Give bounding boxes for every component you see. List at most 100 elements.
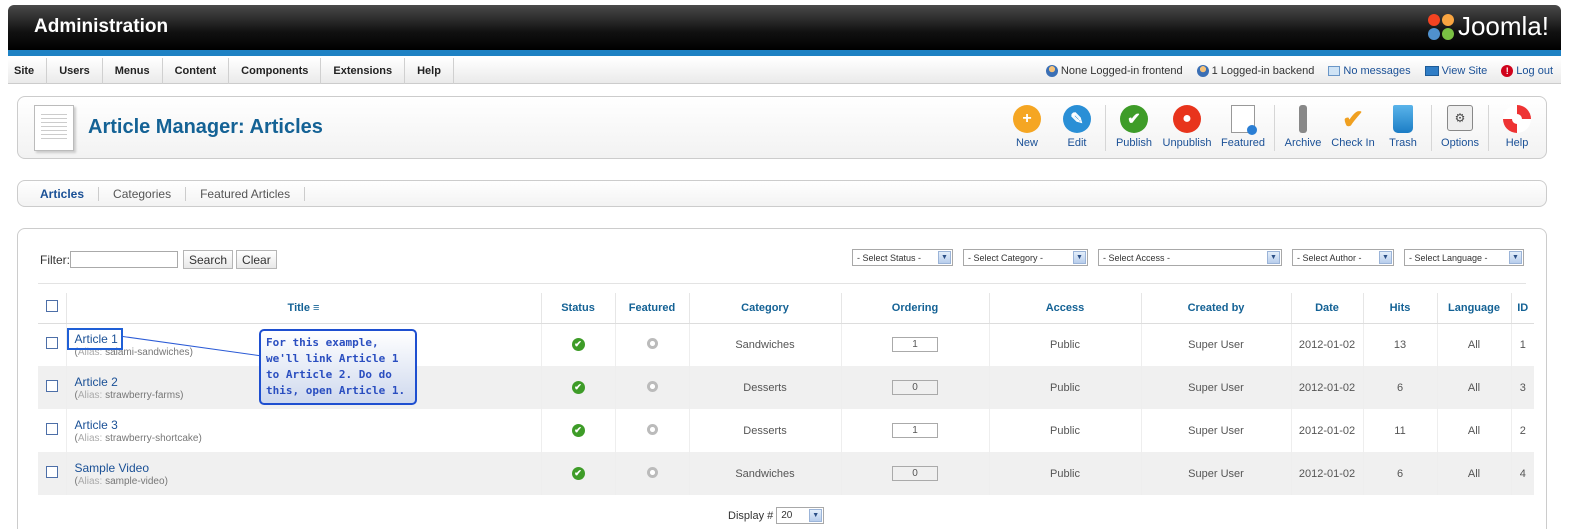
edit-button[interactable]: ✎ Edit xyxy=(1054,105,1100,149)
view-site-link[interactable]: View Site xyxy=(1442,65,1488,77)
published-icon[interactable]: ✔ xyxy=(571,338,585,352)
unpublish-button[interactable]: ● Unpublish xyxy=(1161,105,1213,149)
sort-icon: ≡ xyxy=(313,301,320,314)
hits-cell: 6 xyxy=(1362,452,1437,495)
status-select[interactable]: - Select Status - ▼ xyxy=(852,249,953,266)
status-header[interactable]: Status xyxy=(540,293,615,324)
id-cell: 1 xyxy=(1510,323,1534,366)
toolbar-separator xyxy=(1431,105,1432,151)
chevron-down-icon: ▼ xyxy=(1073,251,1086,264)
trash-button[interactable]: Trash xyxy=(1380,105,1426,149)
logo-text: Joomla! xyxy=(1457,11,1549,41)
display-count-select[interactable]: 20 ▼ xyxy=(776,507,825,524)
published-icon[interactable]: ✔ xyxy=(571,424,585,437)
articles-panel: Filter: Search Clear - Select Status - ▼ … xyxy=(17,228,1547,529)
archive-icon xyxy=(1299,105,1307,133)
menu-site[interactable]: Site xyxy=(8,58,48,84)
options-button[interactable]: ⚙ Options xyxy=(1437,105,1483,149)
select-all-header xyxy=(38,293,66,324)
menu-menus[interactable]: Menus xyxy=(103,58,163,84)
not-featured-icon[interactable] xyxy=(646,423,658,435)
filter-input[interactable] xyxy=(70,251,178,268)
article-title-link[interactable]: Sample Video xyxy=(75,461,541,475)
edit-label: Edit xyxy=(1067,137,1087,149)
archive-button[interactable]: Archive xyxy=(1280,105,1326,149)
language-header[interactable]: Language xyxy=(1436,293,1511,324)
created-by-header[interactable]: Created by xyxy=(1140,293,1291,324)
messages-status[interactable]: No messages xyxy=(1328,65,1411,77)
date-header[interactable]: Date xyxy=(1290,293,1363,324)
access-header[interactable]: Access xyxy=(988,293,1141,324)
backend-users-text: 1 Logged-in backend xyxy=(1211,65,1315,77)
access-select[interactable]: - Select Access - ▼ xyxy=(1098,249,1282,266)
page-title: Article Manager: Articles xyxy=(88,116,323,138)
view-site-status[interactable]: View Site xyxy=(1424,65,1488,77)
checkin-button[interactable]: ✔ Check In xyxy=(1330,105,1376,149)
tab-featured-articles[interactable]: Featured Articles xyxy=(186,186,306,201)
toolbar-buttons: + New ✎ Edit ✔ Publish ● Unpublish Featu… xyxy=(1002,105,1542,151)
logout-link[interactable]: Log out xyxy=(1516,65,1553,77)
ordering-input[interactable]: 1 xyxy=(892,337,938,353)
filter-divider xyxy=(38,283,1526,284)
row-checkbox[interactable] xyxy=(45,337,58,350)
category-select-value: - Select Category - xyxy=(968,252,1044,263)
menu-help[interactable]: Help xyxy=(405,58,454,84)
clear-button[interactable]: Clear xyxy=(236,250,277,269)
language-select[interactable]: - Select Language - ▼ xyxy=(1404,249,1524,266)
category-select[interactable]: - Select Category - ▼ xyxy=(963,249,1088,266)
new-label: New xyxy=(1015,137,1038,149)
logout-status[interactable]: ! Log out xyxy=(1501,65,1553,77)
category-header[interactable]: Category xyxy=(688,293,841,324)
ordering-input[interactable]: 0 xyxy=(892,466,938,481)
language-cell: All xyxy=(1436,409,1511,452)
featured-header[interactable]: Featured xyxy=(614,293,689,324)
status-select-value: - Select Status - xyxy=(857,252,922,263)
joomla-logo[interactable]: Joomla! xyxy=(1427,11,1549,42)
messages-link[interactable]: No messages xyxy=(1343,65,1410,77)
select-all-checkbox[interactable] xyxy=(45,300,58,313)
title-header[interactable]: Title ≡ xyxy=(65,293,541,324)
hits-cell: 13 xyxy=(1362,323,1437,366)
pencil-icon: ✎ xyxy=(1063,105,1091,133)
table-row: Article 3 (Alias: strawberry-shortcake) ✔… xyxy=(38,409,1534,452)
chevron-down-icon: ▼ xyxy=(1379,251,1392,264)
callout-line-2: we'll link Article 1 xyxy=(266,352,399,365)
ordering-input[interactable]: 0 xyxy=(892,380,938,395)
id-cell: 2 xyxy=(1510,409,1534,452)
search-button[interactable]: Search xyxy=(183,250,234,269)
ordering-header[interactable]: Ordering xyxy=(840,293,989,324)
lifebuoy-icon xyxy=(1503,105,1531,133)
menu-users[interactable]: Users xyxy=(47,58,103,84)
menu-content[interactable]: Content xyxy=(163,58,230,84)
id-header[interactable]: ID xyxy=(1510,293,1534,324)
menu-extensions[interactable]: Extensions xyxy=(321,58,406,84)
article-title-link[interactable]: Article 3 xyxy=(75,418,541,432)
access-select-value: - Select Access - xyxy=(1103,252,1171,263)
created-by-cell: Super User xyxy=(1140,452,1291,495)
menu-components[interactable]: Components xyxy=(229,58,322,84)
toolbar-separator xyxy=(1105,105,1106,151)
tab-categories[interactable]: Categories xyxy=(99,186,187,201)
row-checkbox[interactable] xyxy=(45,423,58,435)
hits-header[interactable]: Hits xyxy=(1362,293,1437,324)
not-featured-icon[interactable] xyxy=(646,380,658,392)
row-checkbox[interactable] xyxy=(45,466,58,478)
help-button[interactable]: Help xyxy=(1494,105,1540,149)
plus-icon: + xyxy=(1013,105,1041,133)
checkin-label: Check In xyxy=(1331,137,1375,149)
row-checkbox[interactable] xyxy=(45,380,58,392)
published-icon[interactable]: ✔ xyxy=(571,381,585,394)
new-button[interactable]: + New xyxy=(1004,105,1050,149)
ordering-input[interactable]: 1 xyxy=(892,423,938,438)
not-featured-icon[interactable] xyxy=(646,466,658,478)
author-select[interactable]: - Select Author - ▼ xyxy=(1292,249,1394,266)
not-featured-icon[interactable] xyxy=(646,337,658,349)
language-select-value: - Select Language - xyxy=(1409,252,1488,263)
publish-button[interactable]: ✔ Publish xyxy=(1111,105,1157,149)
featured-button[interactable]: Featured xyxy=(1217,105,1269,149)
published-icon[interactable]: ✔ xyxy=(571,467,585,480)
frontend-users-text: None Logged-in frontend xyxy=(1060,65,1183,77)
callout-line-4: this, open Article 1. xyxy=(266,384,406,397)
backend-users-status: 1 Logged-in backend xyxy=(1196,65,1315,77)
tab-articles[interactable]: Articles xyxy=(32,186,100,201)
